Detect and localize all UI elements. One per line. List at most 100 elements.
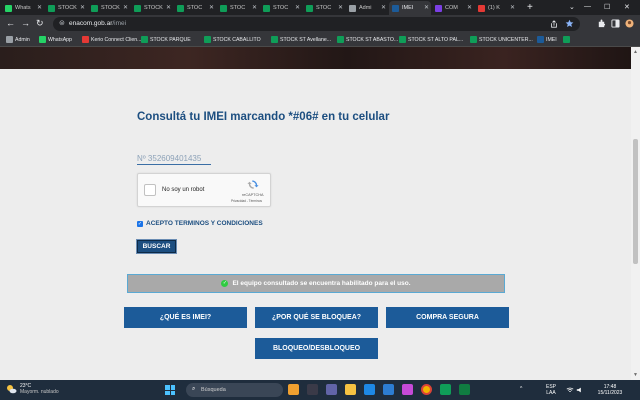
browser-tab[interactable]: STOCK ✕ [88, 1, 130, 15]
terms-checkbox-row[interactable]: ✓ ACEPTO TERMINOS Y CONDICIONES [137, 220, 263, 227]
browser-tab[interactable]: IMEI ✕ [389, 1, 431, 15]
url-text[interactable]: enacom.gob.ar/imei [69, 20, 126, 27]
bookmark-item[interactable]: STOCK PARQUE [141, 36, 191, 43]
browser-tab[interactable]: STOC ✕ [303, 1, 345, 15]
windows-taskbar: 23°C Mayorm. nublado ⌕ Búsqueda ^ ESP LA… [0, 380, 640, 400]
browser-tab[interactable]: STOCK ✕ [131, 1, 173, 15]
tab-label: STOC [316, 5, 332, 11]
lock-icon[interactable]: ⊜ [59, 19, 65, 27]
tab-close-icon[interactable]: ✕ [424, 4, 429, 11]
scroll-up-icon[interactable]: ▲ [633, 49, 638, 55]
tab-close-icon[interactable]: ✕ [37, 4, 42, 11]
forward-button[interactable]: → [21, 18, 30, 28]
weather-widget[interactable]: 23°C Mayorm. nublado [6, 383, 59, 395]
bookmark-item[interactable]: STOCK ST Avellane... [271, 36, 331, 43]
imei-input[interactable] [137, 153, 211, 165]
page-title: Consultá tu IMEI marcando *#06# en tu ce… [137, 111, 390, 123]
chrome-icon[interactable] [421, 384, 432, 395]
address-bar[interactable]: ⊜ enacom.gob.ar/imei [53, 17, 580, 31]
buscar-button[interactable]: BUSCAR [136, 239, 177, 254]
scroll-down-icon[interactable]: ▼ [633, 372, 638, 378]
tab-close-icon[interactable]: ✕ [338, 4, 343, 11]
tab-close-icon[interactable]: ✕ [295, 4, 300, 11]
share-icon[interactable] [550, 20, 558, 28]
extensions-icon[interactable] [597, 19, 606, 28]
recaptcha-checkbox[interactable] [144, 184, 156, 196]
terms-checkbox[interactable]: ✓ [137, 220, 143, 227]
file-explorer-icon[interactable] [345, 384, 356, 395]
volume-icon[interactable] [576, 386, 584, 394]
side-panel-icon[interactable] [611, 19, 620, 28]
browser-tab[interactable]: (1) K ✕ [475, 1, 517, 15]
store-icon[interactable] [383, 384, 394, 395]
weather-desc: Mayorm. nublado [20, 389, 59, 395]
bookmark-item[interactable]: STOCK ST ALTO PAL... [399, 36, 463, 43]
bookmark-favicon-icon[interactable] [563, 36, 572, 43]
minimize-button[interactable]: — [584, 3, 591, 10]
page-viewport: Consultá tu IMEI marcando *#06# en tu ce… [0, 47, 631, 380]
bookmark-item[interactable]: STOCK UNICENTER... [470, 36, 533, 43]
bookmark-label: STOCK ST Avellane... [280, 36, 332, 43]
reload-button[interactable]: ↻ [36, 18, 44, 29]
new-tab-button[interactable]: + [527, 2, 533, 13]
language-indicator[interactable]: ESP LAA [546, 384, 556, 396]
app-icon[interactable] [402, 384, 413, 395]
bloqueo-desbloqueo-button[interactable]: BLOQUEO/DESBLOQUEO [255, 338, 378, 359]
wifi-icon[interactable] [566, 386, 574, 394]
browser-tab[interactable]: STOC ✕ [174, 1, 216, 15]
taskbar-search[interactable]: ⌕ Búsqueda [186, 383, 283, 397]
bookmark-favicon-icon [399, 36, 406, 43]
back-button[interactable]: ← [6, 18, 15, 28]
browser-toolbar: ← → ↻ ⊜ enacom.gob.ar/imei [0, 15, 640, 33]
tab-close-icon[interactable]: ✕ [252, 4, 257, 11]
windows-start-icon[interactable] [165, 385, 175, 395]
teams-icon[interactable] [326, 384, 337, 395]
tab-label: Admi [359, 5, 372, 11]
excel-icon[interactable] [440, 384, 451, 395]
bookmark-item[interactable]: IMEI [537, 36, 557, 43]
tab-close-icon[interactable]: ✕ [166, 4, 171, 11]
browser-tab[interactable]: STOCK ✕ [45, 1, 87, 15]
browser-tab[interactable]: Whats ✕ [2, 1, 44, 15]
bookmark-star-icon[interactable] [565, 19, 574, 28]
close-window-button[interactable]: ✕ [624, 3, 630, 11]
tab-search-icon[interactable]: ⌄ [569, 3, 575, 11]
tab-close-icon[interactable]: ✕ [467, 4, 472, 11]
tab-close-icon[interactable]: ✕ [80, 4, 85, 11]
bookmark-item[interactable]: STOCK CABALLITO [204, 36, 261, 43]
bookmark-item[interactable]: Admin [6, 36, 30, 43]
browser-tab[interactable]: Admi ✕ [346, 1, 388, 15]
tray-overflow-icon[interactable]: ^ [520, 386, 522, 392]
avatar[interactable] [625, 19, 634, 28]
bookmark-label: STOCK UNICENTER... [479, 36, 533, 43]
bookmark-item[interactable]: WhatsApp [39, 36, 72, 43]
maximize-button[interactable]: ☐ [604, 3, 610, 11]
que-es-imei-button[interactable]: ¿QUÉ ES IMEI? [124, 307, 247, 328]
url-path: /imei [112, 20, 127, 27]
terms-label: ACEPTO TERMINOS Y CONDICIONES [146, 220, 263, 227]
partly-cloudy-icon [7, 385, 17, 394]
tab-close-icon[interactable]: ✕ [510, 4, 515, 11]
tab-close-icon[interactable]: ✕ [381, 4, 386, 11]
tab-close-icon[interactable]: ✕ [209, 4, 214, 11]
page-scrollbar[interactable]: ▲ ▼ [631, 47, 640, 380]
tab-favicon-icon [91, 4, 98, 12]
browser-tab[interactable]: COM ✕ [432, 1, 474, 15]
tab-label: STOC [187, 5, 203, 11]
por-que-se-bloquea-button[interactable]: ¿POR QUÉ SE BLOQUEA? [255, 307, 378, 328]
edge-icon[interactable] [364, 384, 375, 395]
clock-date: 15/11/2023 [597, 390, 623, 396]
task-view-icon[interactable] [307, 384, 318, 395]
copilot-icon[interactable] [288, 384, 299, 395]
tab-close-icon[interactable]: ✕ [123, 4, 128, 11]
scrollbar-thumb[interactable] [633, 139, 638, 264]
browser-tab[interactable]: STOC ✕ [260, 1, 302, 15]
excel-icon-2[interactable] [459, 384, 470, 395]
bookmark-item[interactable]: Kerio Connect Clien... [82, 36, 141, 43]
browser-tab[interactable]: STOC ✕ [217, 1, 259, 15]
clock[interactable]: 17:48 15/11/2023 [592, 384, 628, 396]
recaptcha-terms-link[interactable]: Privacidad - Términos [231, 199, 262, 203]
url-domain: enacom.gob.ar [69, 20, 113, 27]
compra-segura-button[interactable]: COMPRA SEGURA [386, 307, 509, 328]
bookmark-item[interactable]: STOCK ST ABASTO... [337, 36, 398, 43]
